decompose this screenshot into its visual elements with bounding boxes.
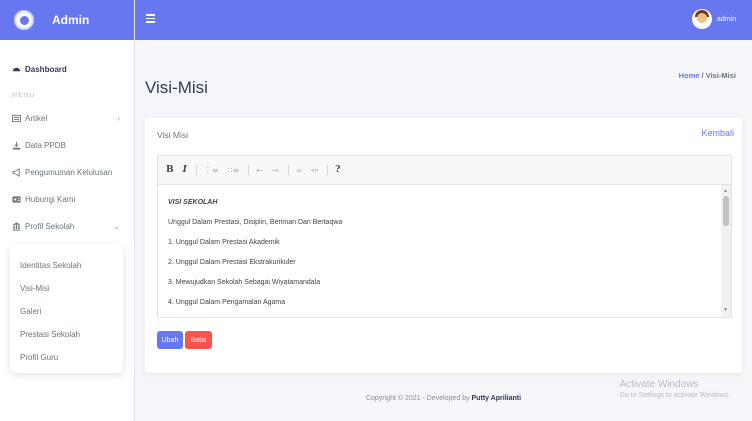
sidebar-item-label: Hubungi Kami: [25, 195, 76, 204]
contact-icon: [12, 195, 21, 204]
bold-button[interactable]: B: [166, 165, 174, 175]
dashboard-icon: [12, 65, 21, 74]
visi-misi-card: Visi Misi Kembali B I ⋮≡ ∷≡ ⇤ ⇥ ∞ ⚯ ? VI…: [145, 118, 742, 373]
content-line: Unggul Dalam Prestasi, Disiplin, Beriman…: [168, 219, 343, 226]
sidebar-item-artikel[interactable]: Artikel ›: [0, 107, 134, 130]
topbar: admin: [135, 0, 752, 40]
avatar: [691, 9, 712, 29]
breadcrumb-separator: /: [701, 71, 704, 80]
toolbar-divider: [195, 165, 197, 175]
watermark-subtitle: Go to Settings to activate Windows.: [619, 392, 731, 399]
content-heading: VISI SEKOLAH: [168, 199, 218, 206]
sidebar: Admin Dashboard MENU Artikel › Data PPDB: [0, 0, 135, 421]
breadcrumb: Home / Visi-Misi: [679, 71, 736, 80]
help-button[interactable]: ?: [335, 165, 340, 175]
article-icon: [12, 114, 21, 123]
menu-header: MENU: [12, 93, 36, 99]
scroll-down-icon[interactable]: ▼: [723, 307, 728, 313]
scroll-thumb[interactable]: [723, 196, 729, 226]
sidebar-item-label: Dashboard: [25, 65, 67, 74]
cancel-button[interactable]: Batal: [185, 331, 212, 349]
editor-content[interactable]: VISI SEKOLAH Unggul Dalam Prestasi, Disi…: [158, 185, 731, 321]
link-icon[interactable]: ∞: [296, 166, 303, 175]
sidebar-item-label: Pengumuman Kelulusan: [25, 168, 113, 177]
submenu-profil-sekolah: Identitas Sekolah Visi-Misi Galeri Prest…: [10, 244, 123, 373]
save-button[interactable]: Ubah: [157, 331, 183, 349]
submenu-item-profil-guru[interactable]: Profil Guru: [10, 346, 123, 369]
chevron-down-icon: ⌄: [113, 222, 120, 231]
submenu-item-prestasi[interactable]: Prestasi Sekolah: [10, 323, 123, 346]
sidebar-item-data-ppdb[interactable]: Data PPDB: [0, 134, 134, 157]
unlink-icon[interactable]: ⚯: [311, 166, 318, 175]
sidebar-item-pengumuman[interactable]: Pengumuman Kelulusan: [0, 161, 134, 184]
user-name: admin: [716, 15, 736, 23]
hamburger-menu-icon[interactable]: [146, 14, 155, 23]
editor-toolbar: B I ⋮≡ ∷≡ ⇤ ⇥ ∞ ⚯ ?: [158, 156, 731, 185]
numbered-list-icon[interactable]: ⋮≡: [204, 166, 219, 175]
school-icon: [12, 222, 21, 231]
bulleted-list-icon[interactable]: ∷≡: [228, 166, 240, 175]
footer-text: Copyright © 2021 - Developed by: [365, 395, 470, 402]
content-line: 1. Unggul Dalam Prestasi Akademik: [168, 239, 280, 246]
content-line: 2. Unggul Dalam Prestasi Ekstrakurikuler: [168, 259, 296, 266]
brand[interactable]: Admin: [0, 0, 134, 40]
user-menu[interactable]: admin: [691, 9, 736, 29]
sidebar-nav: Dashboard MENU Artikel › Data PPDB Pengu…: [0, 40, 134, 373]
toolbar-divider: [327, 165, 329, 175]
sidebar-item-label: Profil Sekolah: [25, 222, 75, 231]
card-title: Visi Misi: [157, 130, 189, 140]
scroll-up-icon[interactable]: ▲: [723, 188, 728, 194]
content-line: 3. Mewujudkan Sekolah Sebagai Wiyatamand…: [168, 279, 321, 286]
breadcrumb-current: Visi-Misi: [705, 71, 736, 80]
page-title: Visi-Misi: [145, 78, 208, 97]
breadcrumb-home[interactable]: Home: [679, 71, 700, 80]
toolbar-divider: [287, 165, 289, 175]
sidebar-item-label: Data PPDB: [25, 141, 66, 150]
submenu-item-galeri[interactable]: Galeri: [10, 300, 123, 323]
sidebar-item-profil-sekolah[interactable]: Profil Sekolah ⌄: [0, 215, 134, 238]
footer-author: Putty Aprilianti: [471, 395, 522, 402]
rich-text-editor[interactable]: B I ⋮≡ ∷≡ ⇤ ⇥ ∞ ⚯ ? VISI SEKOLAH Unggul …: [157, 155, 732, 318]
sidebar-item-label: Artikel: [25, 114, 48, 123]
sidebar-item-hubungi[interactable]: Hubungi Kami: [0, 188, 134, 211]
submenu-item-identitas[interactable]: Identitas Sekolah: [10, 254, 123, 277]
indent-icon[interactable]: ⇥: [272, 166, 279, 175]
watermark-title: Activate Windows: [619, 379, 699, 390]
brand-title: Admin: [52, 13, 90, 27]
outdent-icon[interactable]: ⇤: [256, 166, 263, 175]
download-icon: [12, 141, 21, 150]
megaphone-icon: [12, 168, 21, 177]
italic-button[interactable]: I: [183, 165, 187, 175]
chevron-right-icon: ›: [117, 114, 120, 123]
toolbar-divider: [248, 165, 250, 175]
logo-icon: [14, 10, 34, 30]
submenu-item-visi-misi[interactable]: Visi-Misi: [10, 277, 123, 300]
back-link[interactable]: Kembali: [701, 128, 734, 138]
sidebar-item-dashboard[interactable]: Dashboard: [0, 58, 134, 81]
activate-windows-watermark: Activate Windows Go to Settings to activ…: [620, 379, 731, 399]
main-content: Visi-Misi Home / Visi-Misi Visi Misi Kem…: [135, 40, 752, 421]
content-line: 4. Unggul Dalam Pengamalan Agama: [168, 299, 286, 306]
